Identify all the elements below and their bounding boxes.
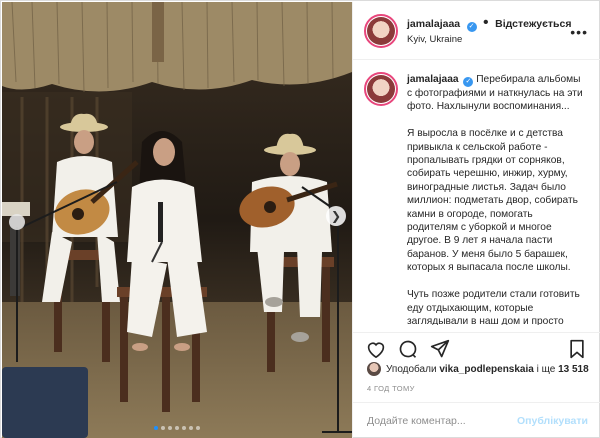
carousel-dot <box>168 426 172 430</box>
caption-section: jamalajaaa ✓ Перебирала альбомы с фотогр… <box>353 61 600 325</box>
carousel-dot <box>161 426 165 430</box>
carousel-dot <box>175 426 179 430</box>
follow-status-button[interactable]: Відстежується <box>495 18 571 30</box>
post-photo[interactable]: ❯ <box>2 2 352 438</box>
carousel-dot <box>154 426 158 430</box>
more-horizontal-icon[interactable]: ••• <box>570 24 588 40</box>
chevron-right-icon[interactable]: ❯ <box>326 206 346 226</box>
caption-avatar[interactable] <box>364 72 398 106</box>
post-timestamp[interactable]: 4 ГОД ТОМУ <box>367 384 415 393</box>
post-window: ❯ jamalajaaa ✓ • Відстежується Kyiv, Ukr… <box>0 0 600 438</box>
caption-username[interactable]: jamalajaaa <box>407 74 459 85</box>
likes-middle: і ще <box>536 363 556 375</box>
liker-username[interactable]: vika_podlepenskaia <box>439 364 534 375</box>
verified-badge-icon: ✓ <box>466 21 477 32</box>
carousel-dot <box>196 426 200 430</box>
paper-plane-icon[interactable] <box>427 337 453 361</box>
bookmark-icon[interactable] <box>564 337 590 361</box>
comment-input[interactable] <box>367 414 517 427</box>
publish-button[interactable]: Опублікувати <box>517 415 588 427</box>
likes-prefix: Уподобали <box>386 363 437 375</box>
likes-summary: Уподобали vika_podlepenskaia і ще 13 518 <box>367 362 590 376</box>
action-bar <box>353 332 600 360</box>
avatar[interactable] <box>364 13 398 48</box>
comment-box: Опублікувати <box>353 402 600 438</box>
carousel-dot <box>189 426 193 430</box>
heart-icon[interactable] <box>363 337 389 361</box>
carousel-indicator <box>2 426 352 430</box>
post-sidebar: jamalajaaa ✓ • Відстежується Kyiv, Ukrai… <box>352 2 600 438</box>
likes-count[interactable]: 13 518 <box>558 364 589 375</box>
caption-text: Перебирала альбомы с фотографиями и натк… <box>407 74 583 325</box>
post-header: jamalajaaa ✓ • Відстежується Kyiv, Ukrai… <box>353 2 600 60</box>
username-link[interactable]: jamalajaaa <box>407 18 460 30</box>
separator: • <box>483 13 489 31</box>
carousel-dot <box>182 426 186 430</box>
location-link[interactable]: Kyiv, Ukraine <box>407 32 571 47</box>
comment-icon[interactable] <box>395 337 421 361</box>
verified-badge-icon: ✓ <box>463 77 474 87</box>
liker-avatar[interactable] <box>367 362 381 376</box>
photo-illustration <box>2 2 352 438</box>
